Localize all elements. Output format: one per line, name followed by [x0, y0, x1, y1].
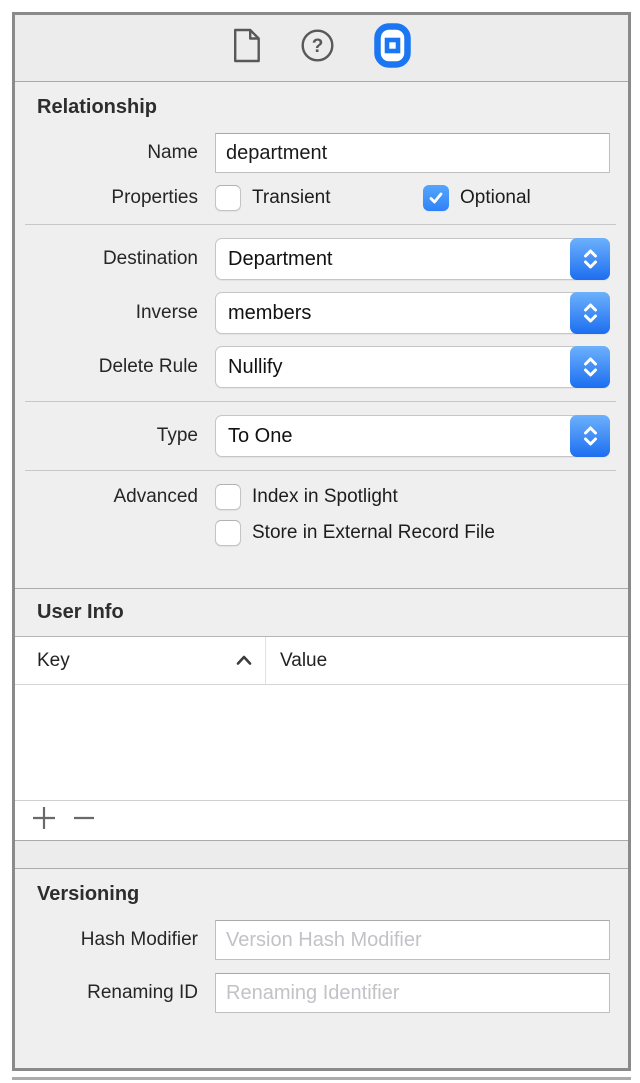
user-info-table-body[interactable] [15, 685, 628, 801]
renaming-id-input[interactable] [215, 973, 610, 1013]
external-record-checkbox[interactable] [215, 520, 241, 546]
transient-label: Transient [252, 187, 331, 209]
user-info-actions [15, 801, 628, 841]
external-record-group: Store in External Record File [215, 520, 610, 546]
advanced-label: Advanced [15, 486, 198, 508]
optional-checkbox[interactable] [423, 185, 449, 211]
delete-rule-value: Nullify [228, 356, 282, 379]
file-icon [233, 28, 261, 68]
inverse-popup[interactable]: members [215, 292, 610, 334]
inspector-panel: ? Relationship Name Properties [12, 12, 631, 1071]
destination-popup[interactable]: Department [215, 238, 610, 280]
type-row: Type To One [15, 415, 610, 457]
hash-modifier-input[interactable] [215, 920, 610, 960]
properties-label: Properties [15, 187, 198, 209]
versioning-section: Versioning Hash Modifier Renaming ID [15, 869, 628, 1025]
properties-row: Properties Transient Optional [15, 185, 610, 211]
value-column-header[interactable]: Value [265, 637, 628, 684]
checkmark-icon [427, 189, 445, 207]
delete-rule-popup[interactable]: Nullify [215, 346, 610, 388]
divider [25, 224, 616, 225]
divider [25, 401, 616, 402]
bottom-divider [12, 1077, 631, 1080]
help-icon: ? [301, 29, 334, 67]
type-value: To One [228, 425, 292, 448]
index-spotlight-checkbox[interactable] [215, 484, 241, 510]
user-info-table-header: Key Value [15, 636, 628, 685]
destination-label: Destination [15, 248, 198, 270]
divider [25, 470, 616, 471]
popup-stepper-icon [570, 292, 610, 334]
svg-text:?: ? [311, 36, 323, 57]
inverse-label: Inverse [15, 302, 198, 324]
advanced-row-1: Advanced Index in Spotlight [15, 484, 610, 510]
delete-rule-label: Delete Rule [15, 356, 198, 378]
name-label: Name [15, 142, 198, 164]
relationship-form: Name Properties Transient Optional [15, 125, 628, 558]
inverse-value: members [228, 302, 311, 325]
type-popup[interactable]: To One [215, 415, 610, 457]
add-button[interactable] [31, 805, 57, 836]
advanced-row-2: Store in External Record File [15, 520, 610, 546]
type-label: Type [15, 425, 198, 447]
panel-filler [15, 1025, 628, 1068]
delete-rule-row: Delete Rule Nullify [15, 346, 610, 388]
user-info-section: User Info Key Value [15, 588, 628, 869]
versioning-section-title: Versioning [15, 869, 628, 920]
relationship-section-title: Relationship [15, 82, 628, 125]
data-model-inspector-tab[interactable] [374, 23, 411, 73]
hash-modifier-label: Hash Modifier [15, 929, 198, 951]
data-model-icon [374, 23, 411, 73]
destination-value: Department [228, 248, 333, 271]
optional-label: Optional [460, 187, 531, 209]
file-inspector-tab[interactable] [233, 28, 261, 68]
key-column-header[interactable]: Key [37, 650, 265, 672]
name-input[interactable] [215, 133, 610, 173]
name-row: Name [15, 133, 610, 173]
external-record-label: Store in External Record File [252, 522, 495, 544]
user-info-section-title: User Info [15, 589, 628, 636]
transient-checkbox[interactable] [215, 185, 241, 211]
optional-checkbox-group: Optional [423, 185, 531, 211]
popup-stepper-icon [570, 346, 610, 388]
section-gap [15, 841, 628, 869]
renaming-id-label: Renaming ID [15, 982, 198, 1004]
remove-button[interactable] [73, 805, 95, 836]
hash-modifier-row: Hash Modifier [15, 920, 610, 960]
popup-stepper-icon [570, 415, 610, 457]
quick-help-inspector-tab[interactable]: ? [301, 29, 334, 67]
index-spotlight-group: Index in Spotlight [215, 484, 610, 510]
destination-row: Destination Department [15, 238, 610, 280]
transient-checkbox-group: Transient [215, 185, 423, 211]
inverse-row: Inverse members [15, 292, 610, 334]
popup-stepper-icon [570, 238, 610, 280]
sort-ascending-icon [235, 650, 253, 672]
renaming-id-row: Renaming ID [15, 973, 610, 1013]
index-spotlight-label: Index in Spotlight [252, 486, 398, 508]
inspector-toolbar: ? [15, 15, 628, 82]
